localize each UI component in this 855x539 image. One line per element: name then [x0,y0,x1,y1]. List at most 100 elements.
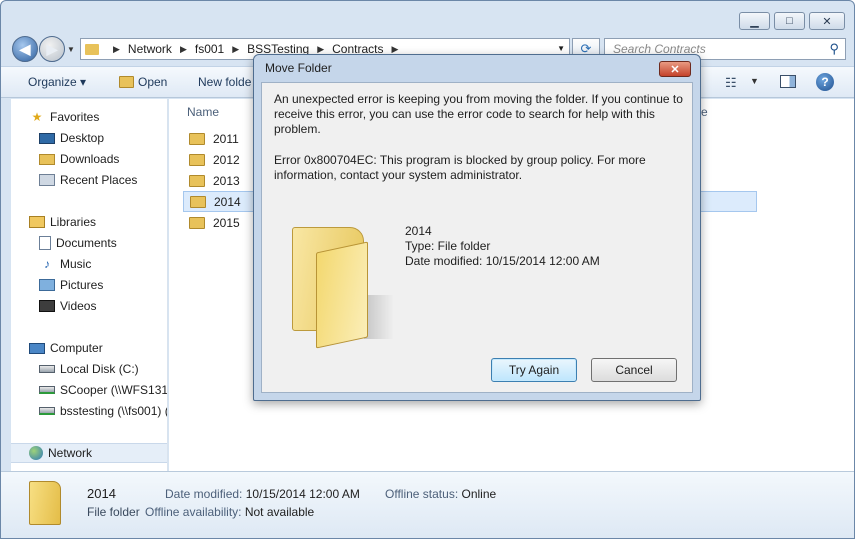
breadcrumb-separator[interactable]: ▶ [391,44,398,55]
address-dropdown-icon[interactable]: ▼ [557,44,565,53]
new-folder-button[interactable]: New folde [198,75,251,89]
change-view-icon[interactable]: ☷ [725,75,737,91]
breadcrumb-separator[interactable]: ▶ [317,44,324,55]
network-drive-icon [39,407,55,415]
details-date-modified: Date modified: 10/15/2014 12:00 AM [165,487,360,501]
nav-label: Recent Places [60,173,138,187]
documents-icon [39,236,51,250]
dialog-title: Move Folder [265,61,332,75]
nav-local-disk[interactable]: Local Disk (C:) [39,359,139,379]
music-note-icon: ♪ [44,257,50,271]
star-icon: ★ [31,110,43,124]
nav-bsstesting-drive[interactable]: bsstesting (\\fs001) ( [39,401,168,421]
nav-libraries[interactable]: Libraries [29,212,96,232]
navigation-pane: ★ Favorites Desktop Downloads Recent Plac… [11,99,168,471]
videos-icon [39,300,55,312]
breadcrumb-separator[interactable]: ▶ [113,44,120,55]
hard-disk-icon [39,365,55,373]
nav-label: Videos [60,299,97,313]
error-code: Error 0x800704EC: This program is blocke… [274,153,646,182]
details-value: 10/15/2014 12:00 AM [245,487,360,501]
forward-arrow-icon[interactable]: ▶ [39,36,65,62]
open-button[interactable]: Open [119,75,167,89]
nav-label: Network [48,446,93,460]
nav-desktop[interactable]: Desktop [39,128,104,148]
cancel-button[interactable]: Cancel [591,358,677,382]
nav-videos[interactable]: Videos [39,296,96,316]
nav-downloads[interactable]: Downloads [39,149,119,169]
explorer-window: ▁ □ ✕ ◀ ▶ ▼ ▶ Network ▶ fs001 ▶ BSSTesti… [0,0,855,539]
folder-name: 2014 [214,194,241,209]
open-label: Open [138,75,168,89]
folder-name: 2013 [213,173,240,188]
downloads-folder-icon [39,153,55,165]
folder-name: 2015 [213,215,240,230]
folder-name: 2011 [213,131,239,146]
recent-pages-dropdown[interactable]: ▼ [67,45,75,54]
column-header-name[interactable]: Name [187,105,219,119]
open-folder-icon [119,76,134,88]
nav-label: Documents [56,236,117,250]
organize-button[interactable]: Organize ▾ [28,75,86,89]
nav-documents[interactable]: Documents [39,233,117,253]
close-icon[interactable]: ✕ [659,61,691,77]
details-label: Date modified: [165,487,243,501]
nav-computer[interactable]: Computer [29,338,103,358]
nav-label: Libraries [50,215,97,229]
details-name: 2014 [87,486,116,501]
item-date-modified: Date modified: 10/15/2014 12:00 AM [405,254,600,268]
recent-places-icon [39,174,55,186]
preview-pane-icon[interactable] [780,75,796,88]
caption-buttons: ▁ □ ✕ [739,12,845,30]
desktop-icon [39,132,55,144]
try-again-button[interactable]: Try Again [491,358,577,382]
details-value: Online [461,487,497,501]
details-value: Not available [244,505,315,519]
help-icon[interactable]: ? [816,73,834,91]
breadcrumb-network[interactable]: Network [128,42,172,56]
computer-icon [29,342,45,354]
maximize-button[interactable]: □ [774,12,805,30]
nav-recent-places[interactable]: Recent Places [39,170,137,190]
nav-label: SCooper (\\WFS131. [60,383,168,397]
details-label: Offline availability: [145,505,242,519]
network-globe-icon [29,446,43,460]
minimize-button[interactable]: ▁ [739,12,770,30]
folder-shadow [364,295,394,339]
close-window-button[interactable]: ✕ [809,12,845,30]
nav-label: Music [60,257,92,271]
breadcrumb-fs001[interactable]: fs001 [195,42,224,56]
back-arrow-icon[interactable]: ◀ [12,36,38,62]
error-message: An unexpected error is keeping you from … [274,92,683,136]
network-drive-icon [39,386,55,394]
nav-favorites[interactable]: ★ Favorites [29,107,100,127]
folder-front [316,241,368,349]
breadcrumb-separator[interactable]: ▶ [232,44,239,55]
details-offline-availability: Offline availability: Not available [145,505,314,519]
details-pane: 2014 File folder Date modified: 10/15/20… [1,471,854,538]
details-label: Offline status: [385,487,459,501]
column-header-partial[interactable]: e [701,105,708,119]
libraries-icon [29,216,45,228]
search-icon[interactable]: ⚲ [829,41,839,57]
nav-label: Pictures [60,278,104,292]
folder-icon [189,132,205,145]
nav-label: Local Disk (C:) [60,362,139,376]
dialog-body: An unexpected error is keeping you from … [261,82,693,393]
details-type: File folder [87,505,140,519]
nav-pictures[interactable]: Pictures [39,275,103,295]
nav-label: bsstesting (\\fs001) ( [60,404,168,418]
folder-icon [189,216,205,229]
nav-scooper-drive[interactable]: SCooper (\\WFS131. [39,380,168,400]
nav-label: Computer [50,341,103,355]
nav-network[interactable]: Network [11,443,167,463]
nav-music[interactable]: ♪ Music [39,254,91,274]
item-name: 2014 [405,224,432,238]
folder-icon [189,174,205,187]
view-dropdown-icon[interactable]: ▼ [750,76,759,86]
nav-label: Downloads [60,152,120,166]
details-offline-status: Offline status: Online [385,487,496,501]
breadcrumb-separator[interactable]: ▶ [180,44,187,55]
move-folder-dialog: Move Folder ✕ An unexpected error is kee… [253,54,701,401]
folder-icon [29,481,61,525]
